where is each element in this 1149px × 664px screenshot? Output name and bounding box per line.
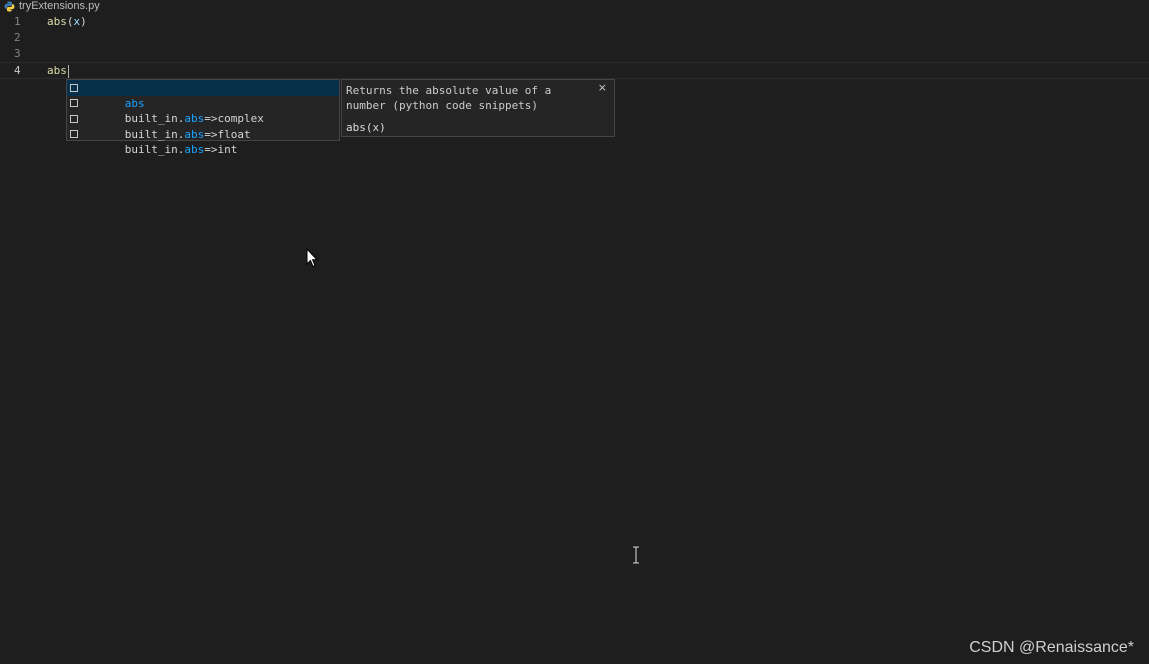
suggest-item[interactable]: abs [67, 80, 339, 110]
suggest-item-prefix: built_in. [124, 143, 185, 156]
snippet-icon [70, 114, 78, 123]
details-signature: abs(x) [346, 121, 386, 134]
line-number: 1 [14, 15, 21, 28]
watermark: CSDN @Renaissance* [969, 639, 1134, 656]
python-icon [4, 1, 15, 12]
text-cursor-icon [631, 546, 641, 568]
breadcrumb-file-name[interactable]: tryExtensions.py [19, 0, 100, 12]
line-number: 2 [14, 31, 21, 44]
code-line[interactable]: 3 [0, 46, 1149, 62]
suggest-item[interactable]: built_in.abs=>complex [67, 96, 339, 125]
suggest-item-match: abs [184, 143, 205, 156]
code-line[interactable]: 1 abs(x) [0, 14, 1149, 30]
code-text[interactable]: abs(x) [47, 14, 87, 30]
suggest-widget[interactable]: abs built_in.abs=>complex built_in.abs=>… [66, 79, 340, 156]
line-number: 4 [14, 64, 21, 77]
code-line-current[interactable]: 4 abs [0, 62, 1149, 79]
mouse-pointer-icon [306, 247, 319, 272]
suggest-details-panel: Returns the absolute value of a number (… [341, 79, 615, 137]
suggest-item[interactable]: built_in.abs=>int [67, 127, 339, 156]
snippet-icon [70, 99, 78, 107]
suggest-item[interactable]: built_in.abs=>float [67, 111, 339, 141]
breadcrumb[interactable]: tryExtensions.py [4, 0, 100, 12]
code-text[interactable]: abs [47, 63, 69, 79]
snippet-icon [70, 130, 78, 138]
code-typed-text[interactable]: abs [47, 64, 67, 77]
snippet-icon [70, 83, 78, 92]
details-documentation: Returns the absolute value of a number (… [346, 84, 558, 112]
text-cursor [67, 64, 69, 78]
editor-window: tryExtensions.py 1 abs(x) 2 3 4 abs abs … [0, 0, 1149, 664]
suggest-item-suffix: =>int [204, 143, 238, 156]
close-icon[interactable]: × [598, 81, 607, 95]
line-number: 3 [14, 47, 21, 60]
code-line[interactable]: 2 [0, 30, 1149, 46]
